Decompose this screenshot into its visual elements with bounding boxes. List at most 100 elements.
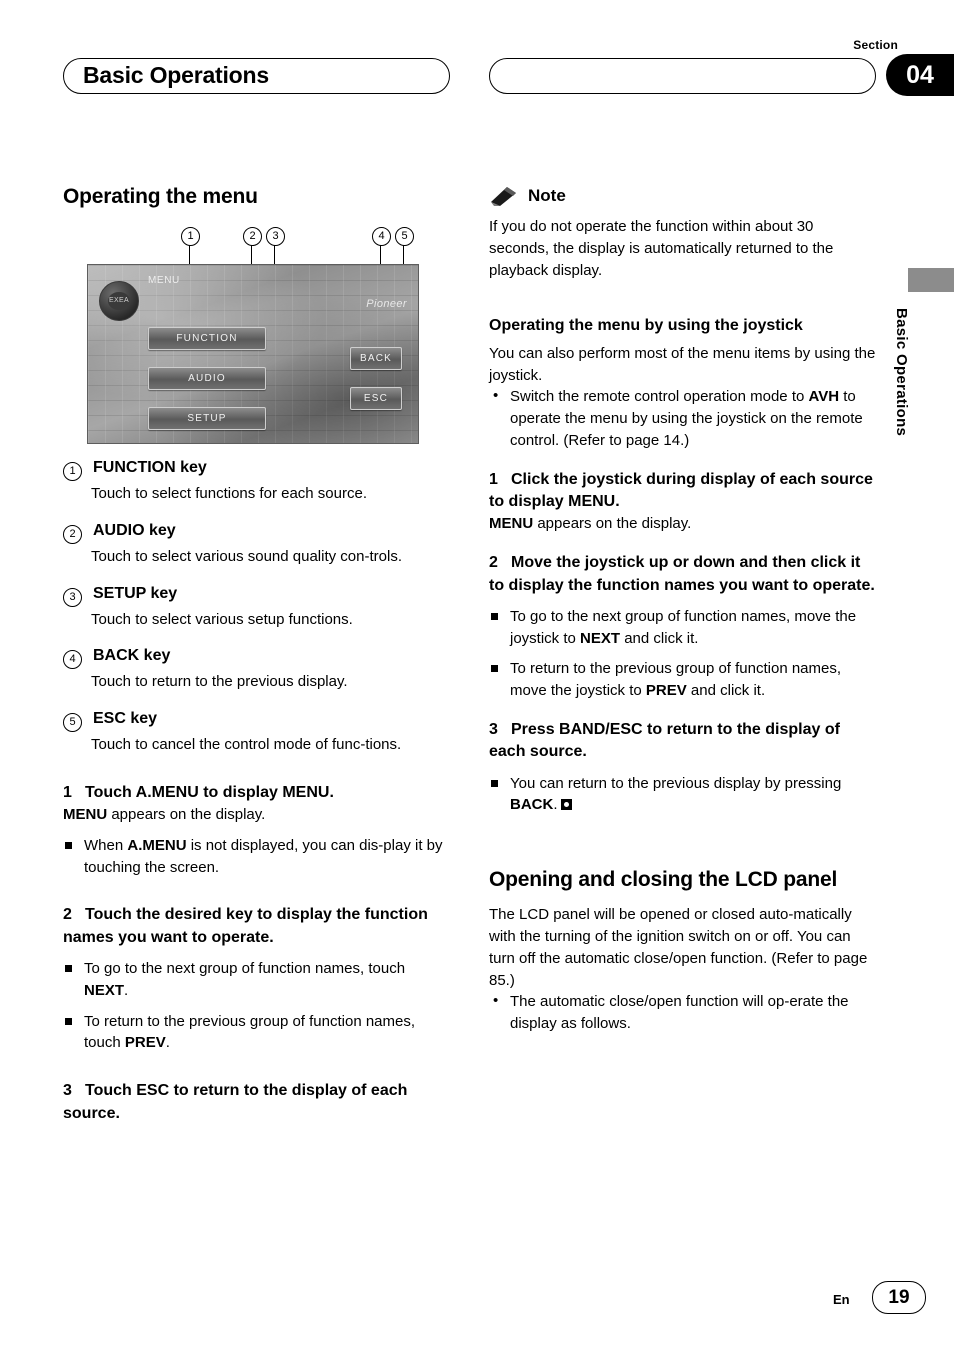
right-step-3: 3 Press BAND/ESC to return to the display… [489, 719, 877, 816]
setup-key-button[interactable]: SETUP [148, 407, 266, 430]
right-step-1-menu-bold: MENU [489, 515, 534, 533]
knob-label: EXEA [108, 292, 130, 310]
right-step-2: 2 Move the joystick up or down and then c… [489, 552, 877, 702]
key-number-5: 5 [63, 713, 82, 732]
footer-language: En [833, 1292, 850, 1307]
header-pill-right [489, 58, 876, 94]
left-step-1-bullet-pre: When [84, 836, 128, 854]
callout-4: 4 [372, 227, 391, 246]
left-step-2-bullet-2-post: . [165, 1034, 170, 1052]
left-step-1-bullet: When A.MENU is not displayed, you can di… [63, 835, 451, 879]
section-label: Section [853, 38, 898, 52]
left-step-1-bullet-bold: A.MENU [127, 836, 187, 854]
joystick-bullet-bold: AVH [808, 388, 840, 406]
page-title: Basic Operations [83, 62, 269, 88]
key-entry-audio: 2 AUDIO key Touch to select various soun… [63, 522, 451, 568]
right-step-3-bullet-pre: You can return to the previous display b… [510, 774, 842, 792]
volume-knob-icon: EXEA [99, 281, 139, 321]
lcd-bullet: The automatic close/open function will o… [489, 990, 877, 1035]
callout-5: 5 [395, 227, 414, 246]
right-column: Note If you do not operate the function … [489, 185, 877, 1035]
key-label-2: AUDIO key [93, 521, 176, 539]
device-figure: 1 2 3 4 5 EXEA MENU Pioneer FUNCTION AUD… [63, 227, 451, 444]
menu-tag-label: MENU [148, 275, 180, 286]
right-step-1-head: Click the joystick during display of eac… [489, 470, 873, 510]
left-step-1: 1 Touch A.MENU to display MENU. MENU appe… [63, 782, 451, 879]
pencil-note-icon [491, 187, 516, 206]
end-of-section-mark [560, 799, 572, 811]
right-step-2-number: 2 [489, 554, 498, 572]
lcd-body: The LCD panel will be opened or closed a… [489, 906, 868, 989]
left-step-1-head: Touch A.MENU to display MENU. [85, 783, 334, 801]
head-unit-illustration: EXEA MENU Pioneer FUNCTION AUDIO SETUP B… [87, 264, 419, 444]
key-desc-2: Touch to select various sound quality co… [91, 547, 402, 565]
section-number-badge: 04 [886, 54, 954, 96]
joystick-bullet: Switch the remote control operation mode… [489, 385, 877, 451]
right-step-2-bullet-2-bold: PREV [645, 682, 687, 700]
key-number-3: 3 [63, 587, 82, 607]
left-step-2-bullet-1-pre: To go to the next group of function name… [84, 960, 406, 978]
right-step-1-line-rest: appears on the display. [533, 515, 692, 533]
note-label: Note [528, 186, 566, 205]
right-step-1-number: 1 [489, 470, 498, 488]
right-step-3-number: 3 [489, 720, 498, 738]
right-step-3-head: Press BAND/ESC to return to the display … [489, 720, 840, 761]
key-entry-setup: 3 SETUP key Touch to select various setu… [63, 585, 451, 631]
callout-2: 2 [243, 227, 262, 246]
left-step-2-head: Touch the desired key to display the fun… [63, 906, 428, 946]
right-step-3-bullet: You can return to the previous display b… [489, 773, 877, 817]
back-key-button[interactable]: BACK [350, 347, 402, 370]
note-header: Note [489, 185, 877, 207]
key-label-4: BACK key [93, 647, 171, 665]
left-step-2-bullet-2: To return to the previous group of funct… [63, 1011, 451, 1055]
document-page: Section 04 Basic Operations Basic Operat… [0, 0, 954, 1352]
section-heading-lcd-panel: Opening and closing the LCD panel [489, 868, 838, 892]
right-step-1: 1 Click the joystick during display of ea… [489, 469, 877, 536]
callout-3: 3 [266, 227, 285, 246]
key-label-3: SETUP key [93, 584, 178, 602]
left-step-2-bullet-1-bold: NEXT [84, 981, 125, 999]
subsection-heading-joystick: Operating the menu by using the joystick [489, 317, 803, 335]
key-desc-3: Touch to select various setup functions. [91, 610, 353, 628]
left-step-1-menu-bold: MENU [63, 806, 108, 824]
right-step-2-bullet-2-post: and click it. [686, 682, 766, 700]
section-heading-operating-menu: Operating the menu [63, 185, 258, 208]
left-step-3-head: Touch ESC to return to the display of ea… [63, 1082, 408, 1122]
left-step-2-bullet-1: To go to the next group of function name… [63, 958, 451, 1002]
callout-1: 1 [181, 227, 200, 246]
page-number: 19 [872, 1281, 926, 1314]
right-step-2-bullet-1-post: and click it. [620, 629, 699, 647]
key-desc-4: Touch to return to the previous display. [91, 673, 348, 691]
left-step-3: 3 Touch ESC to return to the display of e… [63, 1080, 451, 1125]
right-step-2-bullet-2: To return to the previous group of funct… [489, 658, 877, 702]
key-desc-1: Touch to select functions for each sourc… [91, 485, 367, 502]
key-entry-esc: 5 ESC key Touch to cancel the control mo… [63, 710, 451, 756]
key-label-1: FUNCTION key [93, 459, 207, 476]
key-entry-function: 1 FUNCTION key Touch to select functions… [63, 459, 451, 505]
joystick-intro: You can also perform most of the menu it… [489, 344, 876, 384]
left-column: Operating the menu 1 2 3 4 5 EXEA MENU P… [63, 185, 451, 1125]
left-step-3-number: 3 [63, 1082, 72, 1100]
key-number-2: 2 [63, 524, 82, 544]
figure-callouts: 1 2 3 4 5 [63, 227, 451, 249]
key-number-1: 1 [63, 462, 82, 481]
left-step-2-bullet-2-bold: PREV [124, 1034, 166, 1052]
audio-key-button[interactable]: AUDIO [148, 367, 266, 390]
side-tab-marker [908, 268, 954, 292]
key-label-5: ESC key [93, 710, 158, 727]
right-step-2-bullet-1: To go to the next group of function name… [489, 606, 877, 650]
left-step-1-line-rest: appears on the display. [107, 806, 266, 824]
esc-key-button[interactable]: ESC [350, 387, 402, 410]
right-step-3-bullet-bold: BACK [510, 796, 554, 814]
key-number-4: 4 [63, 650, 82, 670]
right-step-3-bullet-post: . [553, 796, 558, 814]
function-key-button[interactable]: FUNCTION [148, 327, 266, 350]
right-step-2-bullet-1-bold: NEXT [580, 629, 621, 647]
joystick-bullet-pre: Switch the remote control operation mode… [510, 388, 809, 406]
left-step-1-number: 1 [63, 783, 72, 801]
left-step-2: 2 Touch the desired key to display the fu… [63, 904, 451, 1054]
key-desc-5: Touch to cancel the control mode of func… [91, 736, 402, 753]
key-entry-back: 4 BACK key Touch to return to the previo… [63, 647, 451, 693]
brand-logo: Pioneer [366, 298, 407, 310]
left-step-2-number: 2 [63, 906, 72, 924]
